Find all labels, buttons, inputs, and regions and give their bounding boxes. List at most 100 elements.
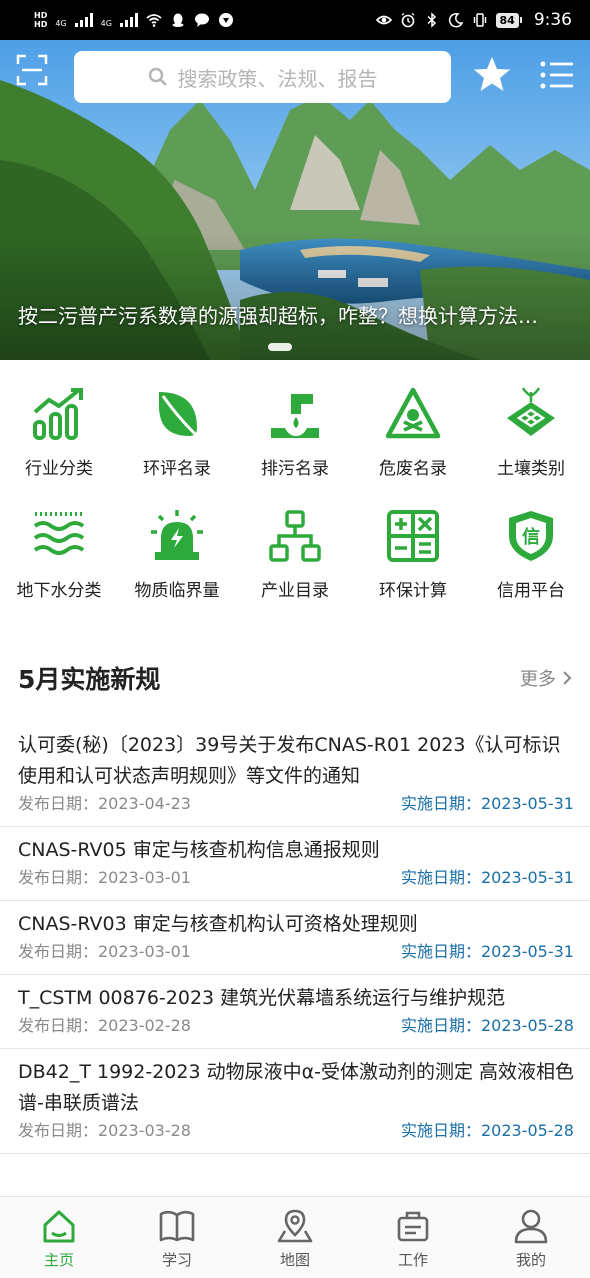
book-icon [159,1210,195,1242]
qq-icon [172,13,184,27]
grid-item-soil-categories[interactable]: 土壤类别 [472,386,590,508]
vibrate-icon [473,13,486,27]
carousel-indicator [268,343,292,351]
scan-icon[interactable] [16,54,48,86]
nav-map[interactable]: 地图 [236,1197,354,1278]
grid-label: 环保计算 [379,581,447,601]
grid-label: 土壤类别 [497,459,565,479]
list-item[interactable]: DB42_T 1992-2023 动物尿液中α-受体激动剂的测定 高效液相色谱-… [0,1049,590,1154]
network-type-1: 4G [55,19,67,28]
briefcase-icon [397,1211,429,1242]
nav-work[interactable]: 工作 [354,1197,472,1278]
grid-item-env-calculation[interactable]: 环保计算 [354,508,472,630]
alarm-icon [401,12,414,28]
banner-caption[interactable]: 按二污普产污系数算的源强却超标，咋整？想换计算方法… [18,300,578,329]
nav-label: 工作 [397,1251,428,1269]
more-link[interactable]: 更多 [520,665,572,691]
svg-text:信: 信 [522,526,540,548]
grid-item-industry-classification[interactable]: 行业分类 [0,386,118,508]
grid-label: 产业目录 [261,581,329,601]
grid-label: 行业分类 [25,459,93,479]
grid-item-substance-threshold[interactable]: 物质临界量 [118,508,236,630]
search-input[interactable]: 搜索政策、法规、报告 [74,51,451,103]
regulation-title: 认可委(秘)〔2023〕39号关于发布CNAS-R01 2023《认可标识使用和… [18,734,561,787]
signal-icon [74,13,93,27]
grid-item-groundwater-classification[interactable]: 地下水分类 [0,508,118,630]
user-icon [514,1209,548,1244]
soil-plant-icon [507,387,555,436]
more-label: 更多 [520,669,556,690]
regulation-title: DB42_T 1992-2023 动物尿液中α-受体激动剂的测定 高效液相色谱-… [18,1061,575,1114]
calculator-icon [387,510,439,562]
chat-icon [194,13,209,27]
implement-date: 实施日期：2023-05-28 [401,1016,574,1035]
regulation-title: CNAS-RV05 审定与核查机构信息通报规则 [18,839,380,861]
implement-date: 实施日期：2023-05-28 [401,1121,574,1140]
search-icon [148,67,167,86]
discharge-pipe-icon [271,394,319,438]
clock: 9:36 [533,10,572,30]
grid-label: 物质临界量 [134,581,220,601]
nav-profile[interactable]: 我的 [472,1197,590,1278]
hd-label-2: HD [34,20,48,29]
grid-label: 地下水分类 [16,581,102,601]
credit-shield-icon: 信 [509,511,553,561]
nav-label: 主页 [43,1251,74,1269]
publish-date: 发布日期：2023-03-01 [18,868,191,887]
grid-label: 环评名录 [143,459,211,479]
grid-item-eia-directory[interactable]: 环评名录 [118,386,236,508]
hazard-warning-icon [385,387,441,439]
grid-label: 危废名录 [379,459,447,479]
grid-item-hazardous-waste-directory[interactable]: 危废名录 [354,386,472,508]
category-grid: 行业分类 环评名录 排污名录 危废名录 土壤类别 地下水分类 物质临界量 产业目… [0,386,590,630]
implement-date: 实施日期：2023-05-31 [401,942,574,961]
grid-item-credit-platform[interactable]: 信 信用平台 [472,508,590,630]
network-type-2: 4G [100,19,112,28]
bottom-navigation: 主页 学习 地图 工作 我的 [0,1196,590,1278]
hd-indicator: HD HD [34,11,47,29]
grid-label: 信用平台 [497,581,565,601]
nav-home[interactable]: 主页 [0,1197,118,1278]
wifi-icon [146,14,162,27]
leaf-icon [159,392,197,436]
moon-icon [448,12,463,28]
list-item[interactable]: CNAS-RV03 审定与核查机构认可资格处理规则 发布日期：2023-03-0… [0,901,590,975]
map-icon [277,1209,313,1243]
section-title: 5月实施新规 [18,665,161,694]
battery-level: 84 [495,12,519,28]
bluetooth-icon [426,12,436,28]
alarm-light-icon [151,510,203,560]
nav-label: 我的 [515,1251,546,1269]
implement-date: 实施日期：2023-05-31 [401,794,574,813]
battery-icon: 84 [495,12,522,28]
home-icon [43,1210,75,1243]
implement-date: 实施日期：2023-05-31 [401,868,574,887]
search-placeholder: 搜索政策、法规、报告 [177,66,378,91]
list-item[interactable]: T_CSTM 00876-2023 建筑光伏幕墙系统运行与维护规范 发布日期：2… [0,975,590,1049]
regulation-title: CNAS-RV03 审定与核查机构认可资格处理规则 [18,913,418,935]
bar-chart-icon [33,388,83,440]
nav-label: 地图 [279,1251,310,1269]
groundwater-waves-icon [33,512,85,555]
menu-list-icon[interactable] [540,60,574,90]
banner-carousel[interactable]: 搜索政策、法规、报告 按二污普产污系数算的源强却超标，咋整？想换计算方法… [0,40,590,360]
chevron-right-icon [563,671,572,685]
publish-date: 发布日期：2023-03-01 [18,942,191,961]
publish-date: 发布日期：2023-03-28 [18,1121,191,1140]
nav-label: 学习 [161,1251,192,1269]
list-item[interactable]: CNAS-RV05 审定与核查机构信息通报规则 发布日期：2023-03-01 实… [0,827,590,901]
publish-date: 发布日期：2023-04-23 [18,794,191,813]
regulation-list: 认可委(秘)〔2023〕39号关于发布CNAS-R01 2023《认可标识使用和… [0,722,590,1154]
grid-item-industry-catalog[interactable]: 产业目录 [236,508,354,630]
grid-label: 排污名录 [261,459,329,479]
org-chart-icon [269,510,321,562]
eye-icon [375,15,392,25]
nav-learn[interactable]: 学习 [118,1197,236,1278]
publish-date: 发布日期：2023-02-28 [18,1016,191,1035]
list-item[interactable]: 认可委(秘)〔2023〕39号关于发布CNAS-R01 2023《认可标识使用和… [0,722,590,827]
regulation-title: T_CSTM 00876-2023 建筑光伏幕墙系统运行与维护规范 [18,987,506,1009]
grid-item-discharge-directory[interactable]: 排污名录 [236,386,354,508]
status-bar: HD HD 4G 4G 84 9:36 [0,0,590,40]
favorites-star-icon[interactable] [472,54,512,94]
section-header: 5月实施新规 更多 [18,656,572,700]
